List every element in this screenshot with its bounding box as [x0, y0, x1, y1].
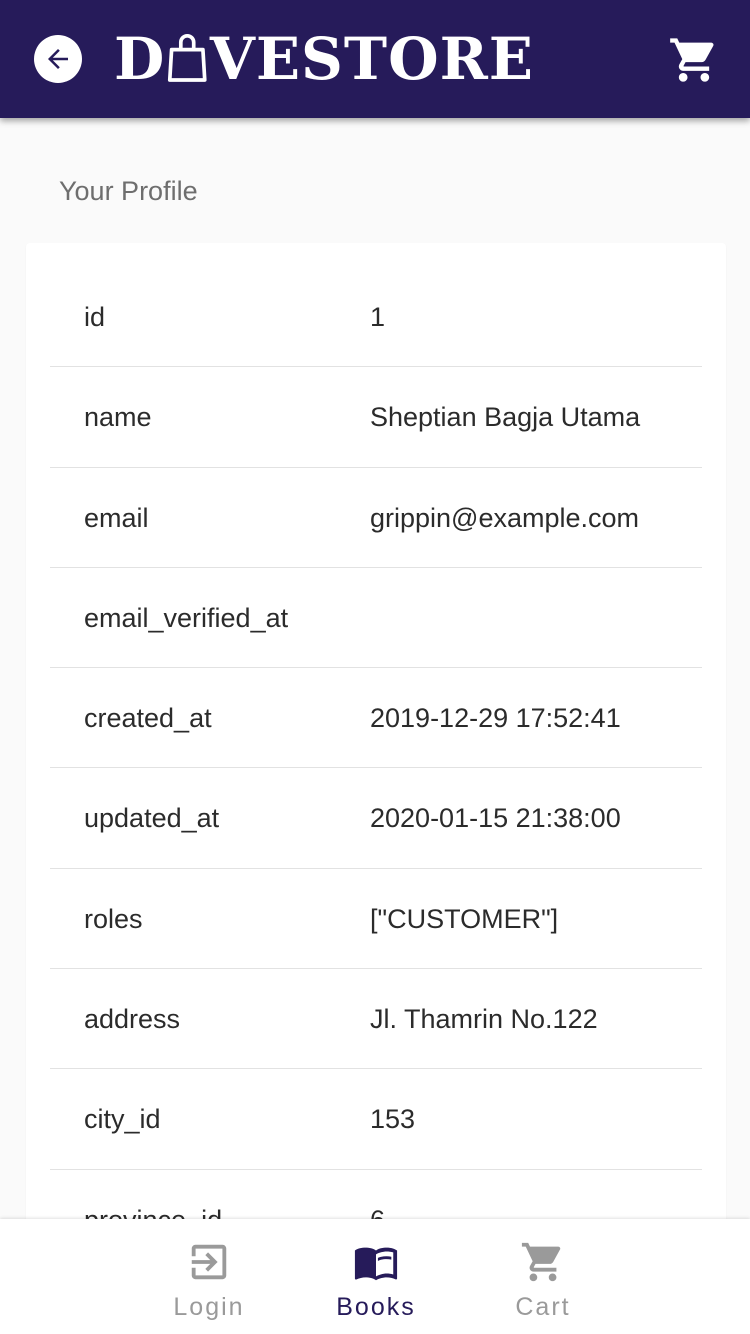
profile-table: id 1 name Sheptian Bagja Utama email gri… — [50, 267, 702, 1270]
app-root: D VESTORE Your Profile id 1 name Sheptia… — [0, 0, 750, 1334]
shopping-bag-icon — [168, 34, 207, 82]
row-key: roles — [84, 903, 143, 934]
row-value: 1 — [370, 302, 386, 332]
arrow-left-circle-icon — [48, 49, 68, 69]
row-key: name — [84, 402, 152, 433]
row-value: 2019-12-29 17:52:41 — [370, 703, 621, 734]
nav-item-cart[interactable]: Cart — [473, 1219, 613, 1334]
nav-item-books[interactable]: Books — [306, 1219, 446, 1334]
app-header: D VESTORE — [0, 0, 750, 118]
row-value: Sheptian Bagja Utama — [370, 402, 641, 433]
nav-label-login: Login — [173, 1293, 245, 1321]
profile-row-city-id: city_id 153 — [50, 1069, 702, 1170]
back-button[interactable] — [34, 35, 82, 83]
shopping-cart-icon — [521, 1242, 561, 1282]
login-icon — [191, 1244, 227, 1280]
row-key: email_verified_at — [84, 602, 289, 633]
profile-row-roles: roles ["CUSTOMER"] — [50, 869, 702, 970]
row-key: city_id — [84, 1104, 161, 1135]
row-value: 2020-01-15 21:38:00 — [370, 803, 621, 834]
row-key: id — [84, 302, 106, 332]
profile-row-updated-at: updated_at 2020-01-15 21:38:00 — [50, 768, 702, 869]
row-key: email — [84, 502, 149, 533]
bottom-navigation: Login Books Cart — [0, 1219, 750, 1334]
profile-row-address: address Jl. Thamrin No.122 — [50, 969, 702, 1070]
row-value: 153 — [370, 1104, 416, 1135]
profile-row-email: email grippin@example.com — [50, 468, 702, 568]
row-key: updated_at — [84, 803, 220, 834]
row-value: Jl. Thamrin No.122 — [370, 1004, 598, 1035]
row-key: created_at — [84, 703, 212, 734]
row-key: address — [84, 1004, 181, 1035]
brand-logo: D VESTORE — [114, 22, 534, 96]
profile-row-id: id 1 — [50, 267, 702, 368]
shopping-cart-icon — [670, 38, 714, 82]
section-title: Your Profile — [59, 176, 198, 206]
profile-row-email-verified-at: email_verified_at — [50, 568, 702, 669]
profile-card: id 1 name Sheptian Bagja Utama email gri… — [26, 243, 726, 1270]
row-value: ["CUSTOMER"] — [370, 903, 559, 934]
brand-logo-prefix: D — [114, 25, 166, 93]
brand-logo-suffix: VESTORE — [209, 25, 534, 93]
profile-row-name: name Sheptian Bagja Utama — [50, 367, 702, 468]
profile-row-created-at: created_at 2019-12-29 17:52:41 — [50, 668, 702, 769]
row-value: grippin@example.com — [370, 502, 640, 533]
header-cart-button[interactable] — [666, 34, 722, 86]
nav-item-login[interactable]: Login — [139, 1219, 279, 1334]
nav-label-books: Books — [336, 1293, 416, 1321]
book-icon — [354, 1247, 398, 1281]
nav-label-cart: Cart — [515, 1293, 571, 1321]
